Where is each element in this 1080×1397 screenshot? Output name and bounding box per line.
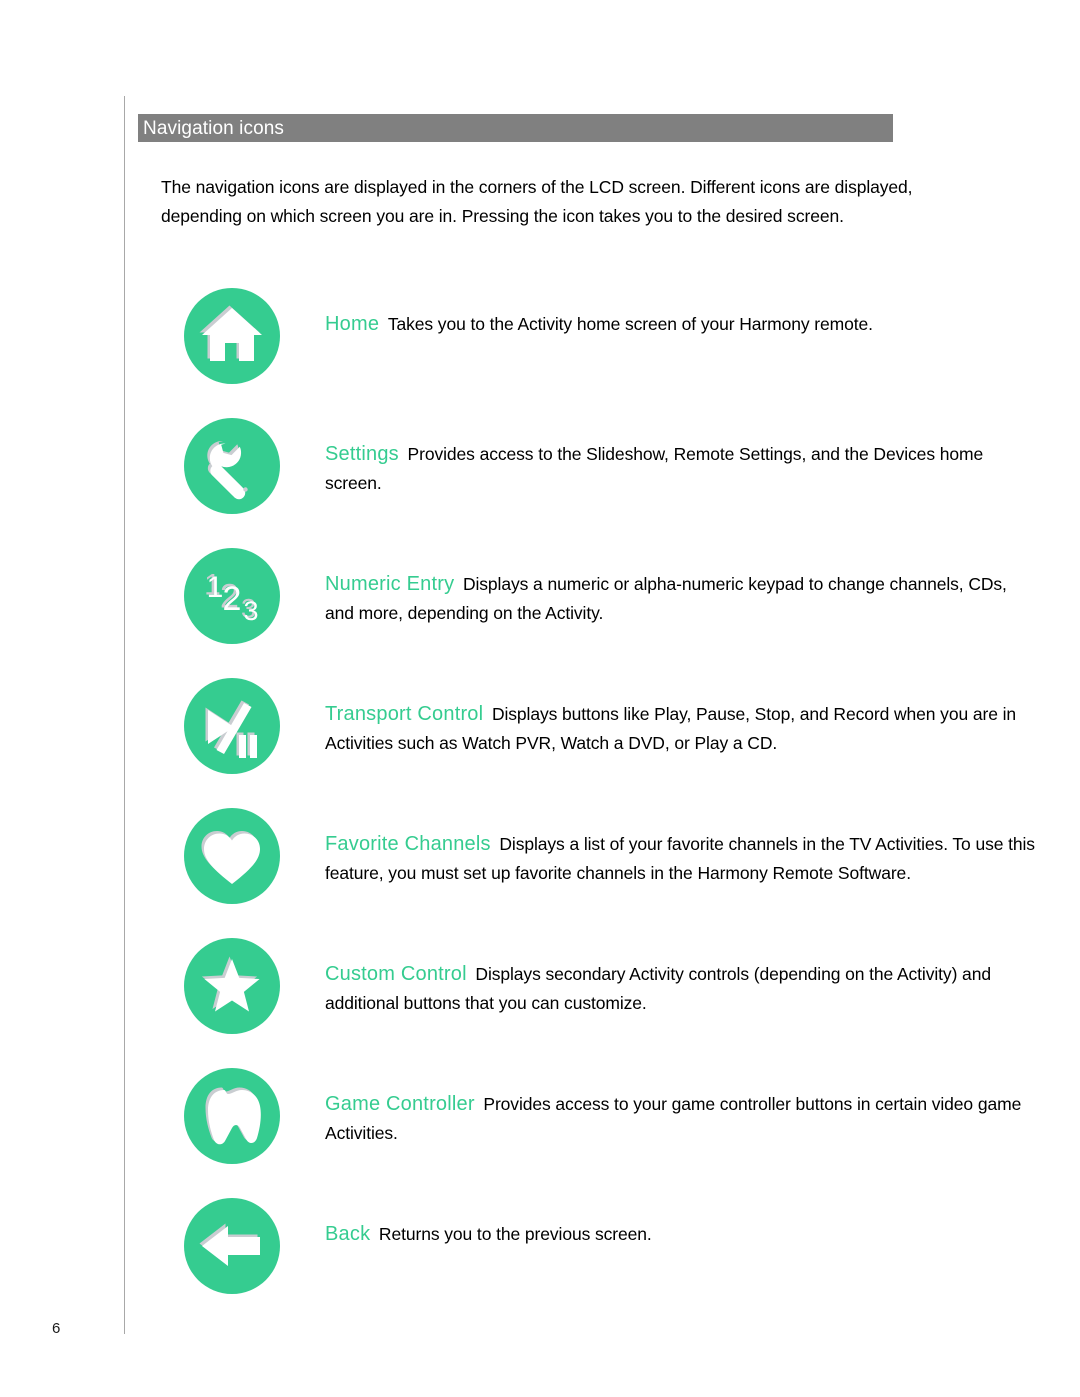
icon-cell xyxy=(182,288,282,384)
navigation-icon-row: Home Takes you to the Activity home scre… xyxy=(0,288,1080,418)
navigation-icon-row: Settings Provides access to the Slidesho… xyxy=(0,418,1080,548)
icon-description-cell: Home Takes you to the Activity home scre… xyxy=(325,288,1037,339)
page-title: Navigation icons xyxy=(143,117,285,139)
icon-cell xyxy=(182,1198,282,1294)
section-header-bar: Navigation icons xyxy=(138,114,893,142)
numeric-entry-123-icon[interactable]: 112233 xyxy=(184,548,280,644)
page-number: 6 xyxy=(52,1320,61,1337)
back-arrow-icon[interactable] xyxy=(184,1198,280,1294)
navigation-icon-row: Transport Control Displays buttons like … xyxy=(0,678,1080,808)
intro-paragraph: The navigation icons are displayed in th… xyxy=(161,177,913,226)
navigation-icon-list: Home Takes you to the Activity home scre… xyxy=(0,288,1080,1328)
svg-text:3: 3 xyxy=(243,596,258,626)
icon-description-text: Takes you to the Activity home screen of… xyxy=(387,314,873,334)
navigation-icon-row: Game Controller Provides access to your … xyxy=(0,1068,1080,1198)
icon-cell xyxy=(182,678,282,774)
heart-icon[interactable] xyxy=(184,808,280,904)
icon-term-label: Settings xyxy=(325,443,399,465)
home-icon[interactable] xyxy=(184,288,280,384)
icon-term-label: Game Controller xyxy=(325,1093,475,1115)
star-icon[interactable] xyxy=(184,938,280,1034)
play-pause-transport-icon[interactable] xyxy=(184,678,280,774)
icon-description-text: Provides access to the Slideshow, Remote… xyxy=(325,444,984,493)
icon-cell xyxy=(182,1068,282,1164)
icon-term-label: Home xyxy=(325,313,380,335)
icon-term-label: Custom Control xyxy=(325,963,467,985)
icon-term-label: Numeric Entry xyxy=(325,573,455,595)
icon-cell xyxy=(182,938,282,1034)
icon-cell: 112233 xyxy=(182,548,282,644)
navigation-icon-row: Custom Control Displays secondary Activi… xyxy=(0,938,1080,1068)
icon-cell xyxy=(182,808,282,904)
icon-term-label: Transport Control xyxy=(325,703,484,725)
icon-description-cell: Game Controller Provides access to your … xyxy=(325,1068,1037,1148)
navigation-icon-row: Favorite Channels Displays a list of you… xyxy=(0,808,1080,938)
icon-description-cell: Back Returns you to the previous screen. xyxy=(325,1198,1037,1249)
icon-term-label: Favorite Channels xyxy=(325,833,491,855)
svg-text:2: 2 xyxy=(223,580,242,618)
icon-description-cell: Transport Control Displays buttons like … xyxy=(325,678,1037,758)
icon-description-cell: Favorite Channels Displays a list of you… xyxy=(325,808,1037,888)
icon-term-label: Back xyxy=(325,1223,371,1245)
manual-page: Navigation icons The navigation icons ar… xyxy=(0,0,1080,1397)
navigation-icon-row: 1 1 2 2 3 3 Numeric Entry Displays a numeric o… xyxy=(0,548,1080,678)
icon-description-cell: Settings Provides access to the Slidesho… xyxy=(325,418,1037,498)
navigation-icon-row: Back Returns you to the previous screen. xyxy=(0,1198,1080,1328)
icon-description-text: Returns you to the previous screen. xyxy=(378,1224,652,1244)
game-controller-icon[interactable] xyxy=(184,1068,280,1164)
icon-cell xyxy=(182,418,282,514)
icon-description-cell: Custom Control Displays secondary Activi… xyxy=(325,938,1037,1018)
wrench-settings-icon[interactable] xyxy=(184,418,280,514)
icon-description-cell: Numeric Entry Displays a numeric or alph… xyxy=(325,548,1037,628)
